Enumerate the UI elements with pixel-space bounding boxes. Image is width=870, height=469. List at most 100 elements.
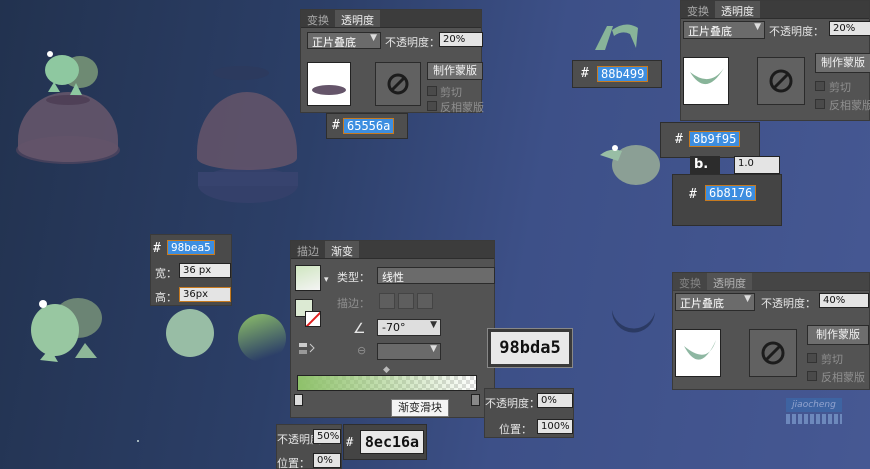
height-field[interactable]: 36px (179, 287, 231, 302)
opacity-field[interactable]: 20% (829, 21, 870, 36)
hex-input[interactable]: 65556a (343, 118, 395, 134)
tab-transform[interactable]: 变换 (301, 10, 335, 27)
hash-label: # (332, 118, 340, 133)
frog-legs (595, 24, 638, 50)
invert-mask-checkbox[interactable] (807, 371, 817, 381)
none-swatch-icon (305, 311, 321, 327)
canvas: { "colors": { "background_left": "#22324… (0, 0, 870, 469)
tab-transform[interactable]: 变换 (681, 1, 715, 18)
hex-picker-8ec16a: # 8ec16a (343, 424, 427, 460)
tab-transparency[interactable]: 透明度 (707, 273, 752, 290)
width-field[interactable]: 36 px (179, 263, 231, 278)
crescent-moon (611, 310, 655, 333)
hex-input[interactable]: 88b499 (597, 66, 649, 82)
hex-input[interactable]: 6b8176 (705, 185, 757, 201)
frog-illustration (600, 145, 660, 185)
partial-field-label: b. (694, 157, 709, 172)
mask-thumbnail[interactable] (757, 57, 805, 105)
hex-input[interactable]: 8ec16a (360, 430, 424, 454)
angle-select[interactable]: -70° ▼ (377, 319, 441, 336)
invert-mask-checkbox[interactable] (427, 101, 437, 111)
aspect-ratio-select[interactable]: ▼ (377, 343, 441, 360)
invert-mask-label: 反相蒙版 (829, 99, 870, 112)
gradient-slider-tooltip: 渐变滑块 (391, 399, 449, 417)
dome-shape (16, 92, 120, 164)
partial-control: b. (690, 156, 720, 174)
no-symbol-icon (761, 341, 785, 365)
dome-shape (197, 66, 298, 203)
clip-checkbox[interactable] (815, 81, 825, 91)
tab-transform[interactable]: 变换 (673, 273, 707, 290)
tab-gradient[interactable]: 渐变 (325, 241, 359, 258)
make-mask-button[interactable]: 制作蒙版 (807, 325, 869, 345)
chevron-down-icon[interactable]: ▾ (324, 275, 329, 285)
tab-transparency[interactable]: 透明度 (715, 1, 760, 18)
layer-thumbnail (683, 57, 729, 105)
opacity-field[interactable]: 0% (537, 393, 573, 408)
hex-display-98bda5: 98bda5 (487, 328, 573, 368)
invert-mask-label: 反相蒙版 (821, 371, 865, 384)
hex-input[interactable]: 98bea5 (167, 240, 215, 255)
clip-label: 剪切 (821, 353, 843, 366)
opacity-label: 不透明度： (761, 297, 816, 310)
hash-label: # (153, 241, 161, 256)
hex-picker-dome: # 65556a (326, 113, 408, 139)
position-field[interactable]: 100% (537, 419, 573, 434)
fill-stroke-indicator[interactable] (295, 299, 323, 329)
gradient-stop-right[interactable] (471, 394, 480, 406)
type-select[interactable]: 线性 (377, 267, 495, 284)
hex-picker-right-a: # 8b9f95 (660, 122, 760, 158)
mask-thumbnail[interactable] (749, 329, 797, 377)
position-label: 位置： (499, 423, 532, 436)
green-circle (166, 309, 214, 357)
invert-mask-checkbox[interactable] (815, 99, 825, 109)
frog-illustration (45, 51, 98, 95)
gradient-slider-bar[interactable] (297, 375, 477, 391)
hash-label: # (346, 435, 354, 449)
opacity-field[interactable]: 50% (313, 429, 341, 444)
hash-label: # (689, 187, 697, 202)
hex-picker-right-b: # 6b8176 (672, 174, 782, 226)
blend-mode-select[interactable]: 正片叠底 ▼ (675, 293, 755, 311)
stroke-along-button[interactable] (398, 293, 414, 309)
clip-checkbox[interactable] (807, 353, 817, 363)
gradient-panel: 描边 渐变 ▾ 类型： 线性 描边： ∠ -70° ▼ ⊖ ▼ ◆ 渐变滑块 (290, 240, 495, 418)
gradient-circle (238, 314, 286, 362)
opacity-label: 不透明度： (485, 397, 540, 410)
invert-mask-label: 反相蒙版 (440, 101, 484, 114)
position-label: 位置： (277, 457, 310, 469)
hex-input[interactable]: 8b9f95 (689, 131, 741, 147)
gradient-swatch[interactable] (295, 265, 321, 291)
gradient-stop-left[interactable] (294, 394, 303, 406)
transparency-panel-top: 变换 透明度 正片叠底 ▼ 不透明度： 20% 制作蒙版 剪切 反相蒙版 (300, 9, 484, 114)
blend-mode-select[interactable]: 正片叠底 ▼ (683, 21, 765, 39)
reverse-gradient-icon[interactable] (297, 341, 317, 357)
mask-thumbnail[interactable] (375, 62, 421, 106)
tab-transparency[interactable]: 透明度 (335, 10, 380, 27)
hash-label: # (675, 132, 683, 147)
transparency-panel-right: 变换 透明度 正片叠底 ▼ 不透明度： 20% 制作蒙版 剪切 反相蒙版 (680, 0, 870, 121)
hex-picker-top-right: # 88b499 (572, 60, 662, 88)
opacity-field[interactable]: 40% (819, 293, 869, 308)
width-label: 宽： (155, 267, 177, 280)
stroke-within-button[interactable] (379, 293, 395, 309)
position-field[interactable]: 0% (313, 453, 341, 468)
type-label: 类型： (337, 271, 370, 284)
size-panel: # 98bea5 宽： 36 px 高： 36px (150, 234, 232, 306)
frog-illustration (31, 298, 102, 362)
opacity-label: 不透明度： (385, 36, 440, 49)
opacity-label: 不透明度： (769, 25, 824, 38)
clip-checkbox[interactable] (427, 86, 437, 96)
make-mask-button[interactable]: 制作蒙版 (815, 53, 870, 73)
height-label: 高： (155, 291, 177, 304)
blend-mode-select[interactable]: 正片叠底 ▼ (307, 32, 381, 49)
clip-label: 剪切 (829, 81, 851, 94)
partial-field[interactable]: 1.0 (734, 156, 780, 174)
make-mask-button[interactable]: 制作蒙版 (427, 62, 483, 80)
midpoint-diamond-icon[interactable]: ◆ (383, 365, 390, 375)
opacity-field[interactable]: 20% (439, 32, 483, 47)
aspect-ratio-icon: ⊖ (357, 344, 367, 357)
stroke-across-button[interactable] (417, 293, 433, 309)
stroke-gradient-buttons (379, 293, 439, 309)
tab-stroke[interactable]: 描边 (291, 241, 325, 258)
